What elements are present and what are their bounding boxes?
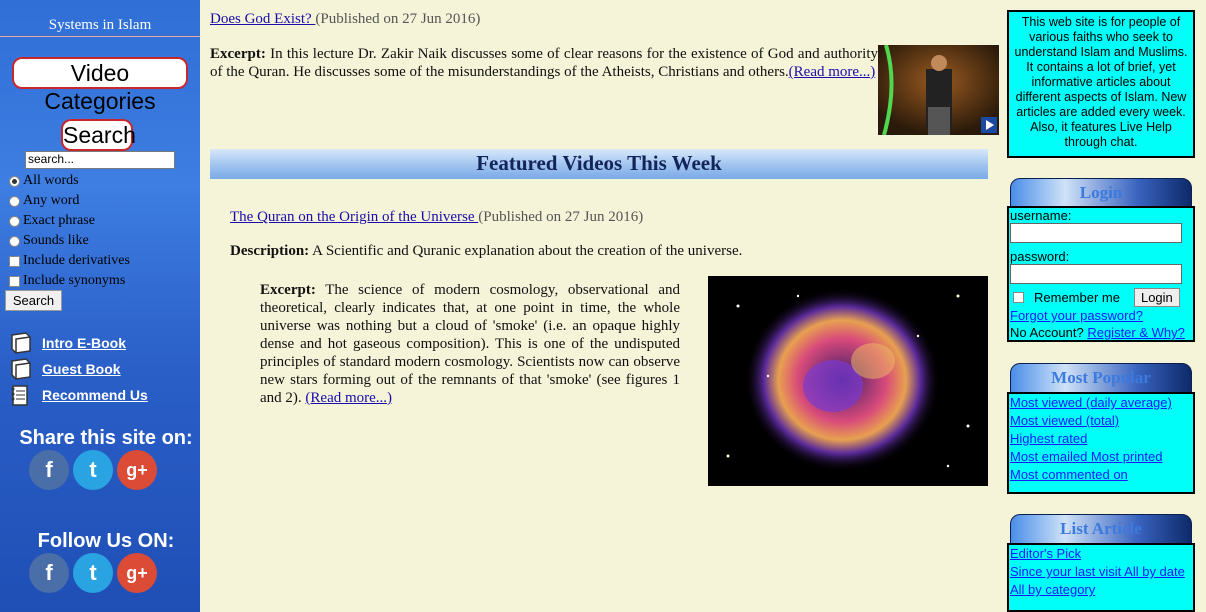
checkbox-icon[interactable] — [1013, 292, 1024, 303]
option-sounds-like[interactable]: Sounds like — [9, 233, 89, 249]
option-all-words[interactable]: All words — [9, 173, 79, 189]
guest-book-link[interactable]: Guest Book — [42, 361, 121, 377]
popular-link[interactable]: Most commented on — [1009, 466, 1193, 484]
remember-label: Remember me — [1034, 290, 1120, 305]
list-link[interactable]: All by category — [1009, 581, 1193, 599]
popular-link[interactable]: Highest rated — [1009, 430, 1193, 448]
featured-video-heading: The Quran on the Origin of the Universe … — [230, 209, 643, 226]
excerpt-text: In this lecture Dr. Zakir Naik discusses… — [210, 46, 878, 80]
no-account-text: No Account? — [1010, 325, 1088, 340]
featured-video-title-link[interactable]: The Quran on the Origin of the Universe — [230, 209, 478, 225]
article-heading: Does God Exist? (Published on 27 Jun 201… — [210, 11, 480, 28]
login-box: username: password: Remember me Login Fo… — [1007, 206, 1195, 342]
username-field[interactable] — [1010, 223, 1182, 243]
username-label: username: — [1010, 208, 1072, 223]
video-thumbnail[interactable] — [878, 45, 999, 135]
popular-link[interactable]: Most viewed (daily average) — [1009, 394, 1193, 412]
forgot-password-link[interactable]: Forgot your password? — [1009, 307, 1193, 325]
featured-description: Description: A Scientific and Quranic ex… — [230, 243, 742, 260]
search-button[interactable]: Search — [5, 290, 62, 311]
list-link[interactable]: Editor's Pick — [1009, 545, 1193, 563]
password-field[interactable] — [1010, 264, 1182, 284]
radio-icon[interactable] — [9, 175, 20, 187]
about-box: This web site is for people of various f… — [1007, 10, 1195, 158]
video-categories-button[interactable]: Video Categories — [12, 57, 188, 114]
recommend-us-link[interactable]: Recommend Us — [42, 387, 148, 403]
register-link[interactable]: Register & Why? — [1087, 325, 1185, 340]
radio-icon[interactable] — [9, 235, 20, 247]
intro-ebook-link[interactable]: Intro E-Book — [42, 335, 126, 351]
option-any-word[interactable]: Any word — [9, 193, 79, 209]
list-article-box: Editor's Pick Since your last visit All … — [1007, 543, 1195, 612]
google-plus-icon[interactable]: g+ — [117, 553, 157, 593]
notepad-icon — [8, 383, 34, 407]
twitter-icon[interactable]: t — [73, 553, 113, 593]
option-label: Include synonyms — [23, 273, 126, 288]
sidebar-link-intro-ebook[interactable]: Intro E-Book — [8, 331, 126, 355]
login-button[interactable]: Login — [1133, 288, 1180, 307]
most-popular-tab: Most Popular — [1010, 363, 1192, 393]
article-title-link[interactable]: Does God Exist? — [210, 11, 315, 27]
facebook-icon[interactable]: f — [29, 450, 69, 490]
sidebar-link-recommend-us[interactable]: Recommend Us — [8, 383, 148, 407]
radio-icon[interactable] — [9, 195, 20, 207]
description-label: Description: — [230, 243, 310, 259]
check-include-synonyms[interactable]: Include synonyms — [9, 273, 125, 289]
main-content: Does God Exist? (Published on 27 Jun 201… — [200, 0, 1000, 612]
most-popular-box: Most viewed (daily average) Most viewed … — [1007, 392, 1195, 494]
checkbox-icon[interactable] — [9, 255, 20, 267]
right-sidebar: This web site is for people of various f… — [1000, 0, 1206, 612]
popular-link[interactable]: Most viewed (total) — [1009, 412, 1193, 430]
list-article-tab: List Article — [1010, 514, 1192, 544]
twitter-icon[interactable]: t — [73, 450, 113, 490]
book-icon — [8, 357, 34, 381]
facebook-icon[interactable]: f — [29, 553, 69, 593]
popular-link[interactable]: Most emailed Most printed — [1009, 448, 1193, 466]
check-include-derivatives[interactable]: Include derivatives — [9, 253, 130, 269]
read-more-link[interactable]: (Read more...) — [789, 64, 876, 80]
nebula-image — [708, 276, 988, 486]
option-label: Sounds like — [23, 233, 89, 248]
option-exact-phrase[interactable]: Exact phrase — [9, 213, 95, 229]
article-excerpt: Excerpt: In this lecture Dr. Zakir Naik … — [210, 45, 878, 81]
login-tab: Login — [1010, 178, 1192, 208]
checkbox-icon[interactable] — [9, 275, 20, 287]
remember-row: Remember me Login — [1009, 288, 1193, 307]
search-heading: Search — [61, 119, 136, 151]
description-text: A Scientific and Quranic explanation abo… — [309, 243, 743, 259]
password-label: password: — [1010, 249, 1070, 264]
option-label: All words — [23, 173, 79, 188]
follow-title: Follow Us ON: — [37, 530, 175, 552]
option-label: Any word — [23, 193, 80, 208]
excerpt-label: Excerpt: — [210, 46, 266, 62]
option-label: Include derivatives — [23, 253, 130, 268]
published-date: (Published on 27 Jun 2016) — [315, 11, 481, 27]
book-icon — [8, 331, 34, 355]
no-account-row: No Account? Register & Why? — [1009, 325, 1193, 340]
sidebar-link-guest-book[interactable]: Guest Book — [8, 357, 121, 381]
share-title: Share this site on: — [19, 427, 193, 449]
google-plus-icon[interactable]: g+ — [117, 450, 157, 490]
published-date: (Published on 27 Jun 2016) — [478, 209, 644, 225]
featured-videos-heading: Featured Videos This Week — [210, 149, 988, 179]
left-sidebar: Systems in Islam Video Categories Search… — [0, 0, 200, 612]
option-label: Exact phrase — [23, 213, 95, 228]
search-input[interactable]: search... — [25, 151, 175, 169]
read-more-link[interactable]: (Read more...) — [305, 390, 392, 406]
radio-icon[interactable] — [9, 215, 20, 227]
featured-excerpt: Excerpt: The science of modern cosmology… — [260, 281, 680, 407]
excerpt-text: The science of modern cosmology, observa… — [260, 282, 680, 406]
list-link[interactable]: Since your last visit All by date — [1009, 563, 1193, 581]
site-title: Systems in Islam — [48, 17, 152, 33]
sidebar-divider — [0, 36, 200, 37]
excerpt-label: Excerpt: — [260, 282, 316, 298]
